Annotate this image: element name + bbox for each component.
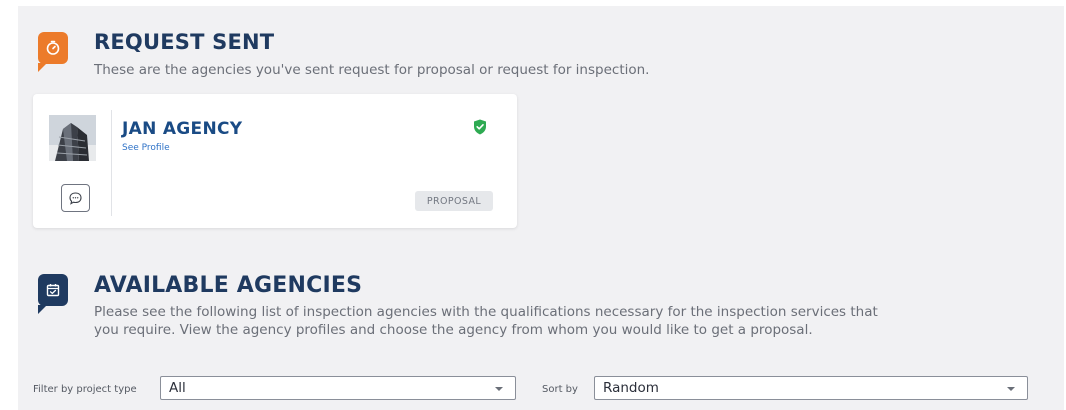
card-divider (111, 110, 112, 216)
project-type-label: Filter by project type (33, 384, 137, 395)
see-profile-link[interactable]: See Profile (122, 143, 170, 153)
main-panel: REQUEST SENT These are the agencies you'… (18, 6, 1064, 410)
available-agencies-title: AVAILABLE AGENCIES (94, 273, 363, 298)
agency-avatar (49, 115, 96, 161)
agency-card: JAN AGENCY See Profile PROPOSAL (33, 94, 517, 228)
chat-icon (69, 191, 82, 205)
proposal-tag: PROPOSAL (415, 191, 493, 211)
project-type-value: All (169, 380, 186, 396)
timer-icon (38, 32, 68, 72)
verified-shield-icon (473, 119, 487, 135)
sort-value: Random (603, 380, 659, 396)
chevron-down-icon (495, 387, 503, 391)
calendar-check-icon (38, 274, 68, 314)
sort-select[interactable]: Random (594, 376, 1028, 400)
request-sent-description: These are the agencies you've sent reque… (94, 62, 650, 78)
available-agencies-description-line2: you require. View the agency profiles an… (94, 322, 813, 338)
request-sent-title: REQUEST SENT (94, 30, 275, 54)
project-type-select[interactable]: All (160, 376, 516, 400)
agency-name: JAN AGENCY (122, 119, 243, 139)
message-button[interactable] (61, 184, 90, 212)
sort-label: Sort by (542, 384, 578, 395)
chevron-down-icon (1007, 387, 1015, 391)
available-agencies-description-line1: Please see the following list of inspect… (94, 304, 878, 320)
